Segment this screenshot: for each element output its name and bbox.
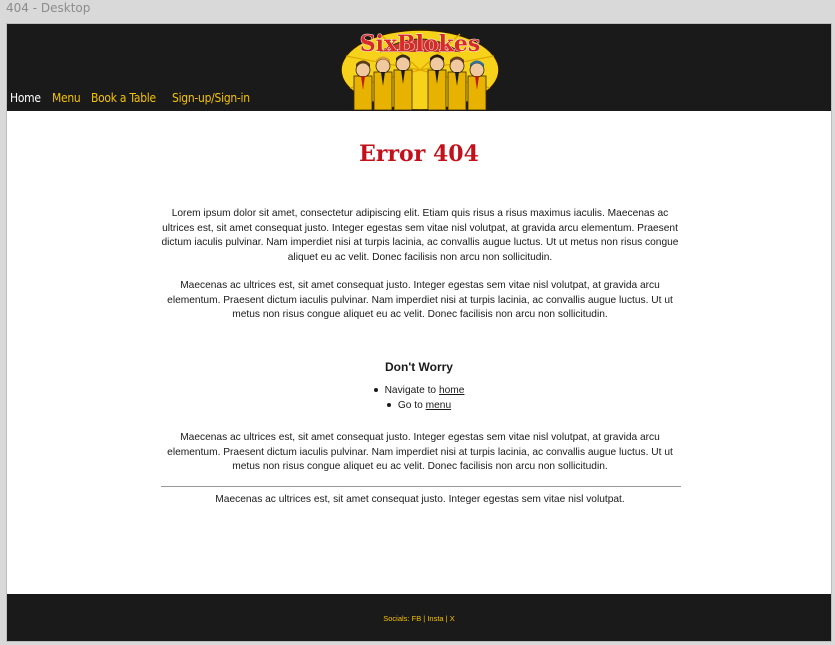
site-footer: Socials: FB | Insta | X — [7, 594, 831, 641]
home-link[interactable]: home — [439, 385, 464, 396]
second-paragraph: Maecenas ac ultrices est, sit amet conse… — [167, 280, 673, 321]
third-paragraph: Maecenas ac ultrices est, sit amet conse… — [167, 432, 673, 473]
divider — [161, 486, 681, 487]
error-title: Error 404 — [359, 141, 479, 167]
nav-home-link[interactable]: Home — [10, 90, 41, 105]
site-header: Home Menu Book a Table Sign-up/Sign-in S… — [7, 24, 831, 111]
nav-signup-signin-link[interactable]: Sign-up/Sign-in — [172, 90, 250, 105]
sixblokes-logo[interactable]: SixBlokes — [340, 26, 500, 110]
list-item: Navigate to home — [7, 384, 831, 399]
help-links-list: Navigate to home Go to menu — [7, 384, 831, 413]
socials-line: Socials: FB | Insta | X — [383, 614, 455, 623]
x-link[interactable]: X — [450, 614, 455, 623]
page: Home Menu Book a Table Sign-up/Sign-in S… — [6, 23, 832, 642]
intro-paragraph: Lorem ipsum dolor sit amet, consectetur … — [161, 208, 679, 263]
facebook-link[interactable]: FB — [412, 614, 422, 623]
closing-paragraph: Maecenas ac ultrices est, sit amet conse… — [215, 494, 625, 505]
logo-wordmark: SixBlokes — [360, 31, 481, 57]
nav-menu-link[interactable]: Menu — [52, 90, 81, 105]
main-nav: Home Menu Book a Table Sign-up/Sign-in — [10, 90, 255, 105]
frame-label: 404 - Desktop — [6, 1, 91, 15]
list-item: Go to menu — [7, 399, 831, 414]
bullet-icon — [373, 388, 378, 393]
instagram-link[interactable]: Insta — [427, 614, 443, 623]
menu-link[interactable]: menu — [426, 400, 451, 411]
dont-worry-heading: Don't Worry — [385, 360, 453, 374]
nav-book-table-link[interactable]: Book a Table — [91, 90, 156, 105]
bullet-icon — [386, 402, 391, 407]
